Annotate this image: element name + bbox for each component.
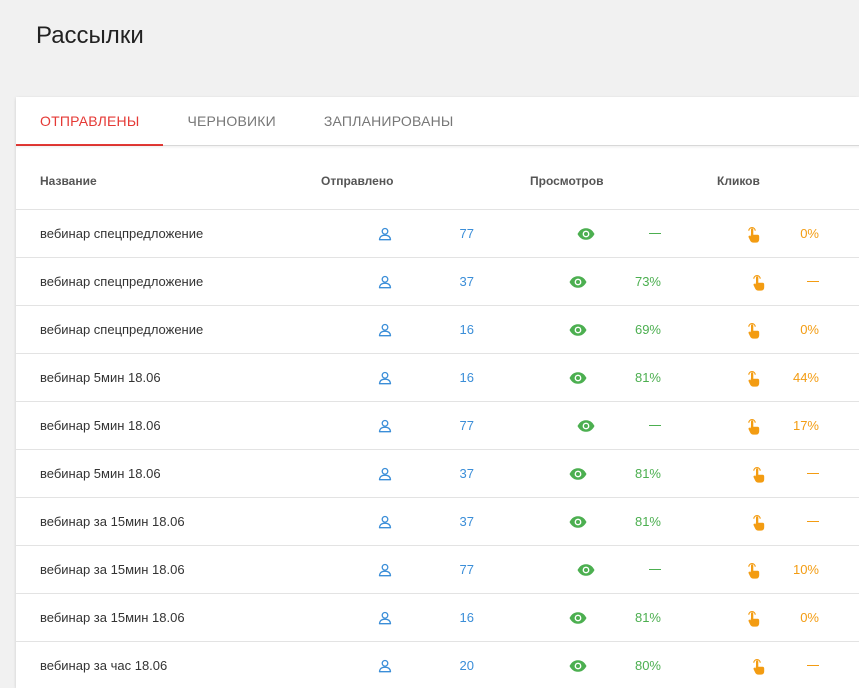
table-row[interactable]: вебинар за 15мин 18.06 77 10% — [16, 546, 859, 594]
sent-count: 16 — [459, 322, 474, 337]
user-icon — [378, 642, 392, 688]
table-row[interactable]: вебинар за час 18.06 20 80% — [16, 642, 859, 688]
eye-icon — [577, 546, 595, 593]
table-row[interactable]: вебинар за 15мин 18.06 37 81% — [16, 498, 859, 546]
tab-drafts[interactable]: ЧЕРНОВИКИ — [163, 97, 299, 145]
clicks-empty — [776, 642, 819, 688]
eye-icon — [569, 498, 587, 545]
sent-count: 37 — [459, 274, 474, 289]
views-percent: 69% — [634, 322, 661, 337]
pointer-hand-icon — [746, 594, 760, 641]
mailing-name[interactable]: вебинар за 15мин 18.06 — [40, 498, 185, 545]
pointer-hand-icon — [746, 306, 760, 353]
views-empty — [616, 210, 661, 257]
eye-icon — [569, 642, 587, 688]
user-icon — [378, 450, 392, 497]
mailing-name[interactable]: вебинар 5мин 18.06 — [40, 402, 161, 449]
sent-count: 77 — [459, 562, 474, 577]
table-row[interactable]: вебинар за 15мин 18.06 16 81% 0% — [16, 594, 859, 642]
eye-icon — [569, 354, 587, 401]
views-empty — [616, 546, 661, 593]
eye-icon — [569, 450, 587, 497]
mailing-name[interactable]: вебинар за час 18.06 — [40, 642, 167, 688]
clicks-percent: 0% — [800, 322, 819, 337]
views-percent: 81% — [634, 514, 661, 529]
column-header-sent[interactable]: Отправлено — [321, 174, 393, 188]
user-icon — [378, 546, 392, 593]
table-body: вебинар спецпредложение 77 0% вебинар спецп… — [16, 210, 859, 688]
clicks-percent: 10% — [792, 562, 819, 577]
eye-icon — [577, 210, 595, 257]
user-icon — [378, 498, 392, 545]
mailing-name[interactable]: вебинар спецпредложение — [40, 210, 203, 257]
mailing-name[interactable]: вебинар за 15мин 18.06 — [40, 594, 185, 641]
table-row[interactable]: вебинар спецпредложение 77 0% — [16, 210, 859, 258]
tab-sent[interactable]: ОТПРАВЛЕНЫ — [16, 97, 164, 146]
table-row[interactable]: вебинар 5мин 18.06 77 17% — [16, 402, 859, 450]
dash-icon — [649, 425, 661, 426]
mailing-name[interactable]: вебинар 5мин 18.06 — [40, 450, 161, 497]
dash-icon — [649, 569, 661, 570]
views-percent: 73% — [634, 274, 661, 289]
views-percent: 80% — [634, 658, 661, 673]
mailings-card: ОТПРАВЛЕНЫ ЧЕРНОВИКИ ЗАПЛАНИРОВАНЫ Назва… — [16, 97, 859, 688]
clicks-empty — [776, 498, 819, 545]
user-icon — [378, 258, 392, 305]
clicks-percent: 0% — [800, 610, 819, 625]
mailing-name[interactable]: вебинар спецпредложение — [40, 306, 203, 353]
eye-icon — [577, 402, 595, 449]
table-row[interactable]: вебинар спецпредложение 16 69% 0% — [16, 306, 859, 354]
sent-count: 16 — [459, 370, 474, 385]
pointer-hand-icon — [751, 642, 765, 688]
sent-count: 77 — [459, 418, 474, 433]
pointer-hand-icon — [746, 546, 760, 593]
clicks-percent: 17% — [792, 418, 819, 433]
dash-icon — [807, 473, 819, 474]
eye-icon — [569, 594, 587, 641]
views-empty — [616, 402, 661, 449]
user-icon — [378, 594, 392, 641]
dash-icon — [807, 665, 819, 666]
table-row[interactable]: вебинар спецпредложение 37 73% — [16, 258, 859, 306]
user-icon — [378, 210, 392, 257]
mailing-name[interactable]: вебинар 5мин 18.06 — [40, 354, 161, 401]
user-icon — [378, 354, 392, 401]
sent-count: 37 — [459, 466, 474, 481]
sent-count: 77 — [459, 226, 474, 241]
table-row[interactable]: вебинар 5мин 18.06 37 81% — [16, 450, 859, 498]
pointer-hand-icon — [751, 498, 765, 545]
pointer-hand-icon — [751, 258, 765, 305]
column-header-clicks[interactable]: Кликов — [717, 174, 760, 188]
clicks-percent: 44% — [792, 370, 819, 385]
mailing-name[interactable]: вебинар за 15мин 18.06 — [40, 546, 185, 593]
dash-icon — [649, 233, 661, 234]
pointer-hand-icon — [746, 354, 760, 401]
sent-count: 20 — [459, 658, 474, 673]
column-header-name[interactable]: Название — [40, 174, 97, 188]
tab-bar: ОТПРАВЛЕНЫ ЧЕРНОВИКИ ЗАПЛАНИРОВАНЫ — [16, 97, 859, 146]
clicks-empty — [776, 450, 819, 497]
eye-icon — [569, 306, 587, 353]
clicks-percent: 0% — [800, 226, 819, 241]
pointer-hand-icon — [746, 402, 760, 449]
clicks-empty — [776, 258, 819, 305]
views-percent: 81% — [634, 466, 661, 481]
user-icon — [378, 306, 392, 353]
sent-count: 37 — [459, 514, 474, 529]
user-icon — [378, 402, 392, 449]
views-percent: 81% — [634, 610, 661, 625]
tab-scheduled[interactable]: ЗАПЛАНИРОВАНЫ — [300, 97, 478, 145]
dash-icon — [807, 521, 819, 522]
views-percent: 81% — [634, 370, 661, 385]
pointer-hand-icon — [751, 450, 765, 497]
table-header: Название Отправлено Просмотров Кликов — [16, 146, 859, 210]
page-title: Рассылки — [36, 22, 144, 49]
column-header-views[interactable]: Просмотров — [530, 174, 603, 188]
mailing-name[interactable]: вебинар спецпредложение — [40, 258, 203, 305]
sent-count: 16 — [459, 610, 474, 625]
pointer-hand-icon — [746, 210, 760, 257]
table-row[interactable]: вебинар 5мин 18.06 16 81% 44% — [16, 354, 859, 402]
dash-icon — [807, 281, 819, 282]
eye-icon — [569, 258, 587, 305]
